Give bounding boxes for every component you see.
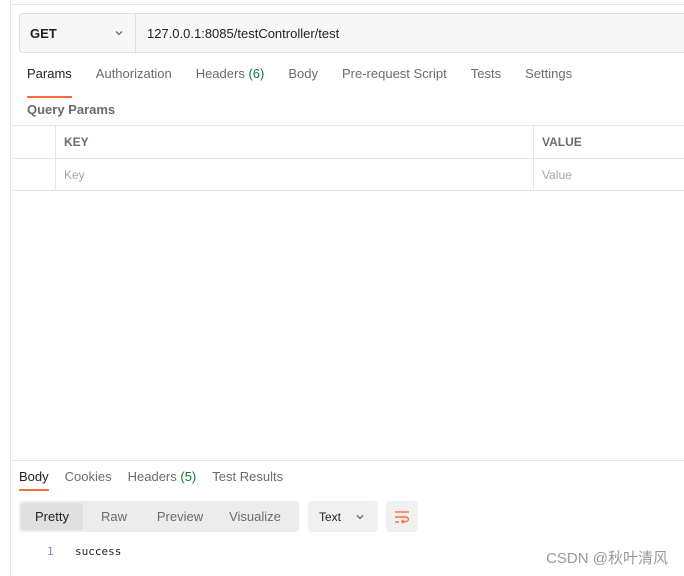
- left-border: [10, 0, 11, 576]
- method-select[interactable]: GET: [20, 14, 136, 52]
- tab-params[interactable]: Params: [27, 66, 72, 98]
- row-checkbox-cell: [11, 159, 56, 190]
- value-column-header: VALUE: [542, 135, 582, 149]
- format-label: Text: [319, 509, 342, 524]
- response-tab-test-results[interactable]: Test Results: [212, 469, 283, 484]
- response-tabs: Body Cookies Headers (5) Test Results: [19, 469, 299, 491]
- top-border: [10, 4, 684, 5]
- tab-tests[interactable]: Tests: [471, 66, 501, 92]
- table-row: Key Value: [11, 158, 684, 191]
- pretty-button[interactable]: Pretty: [21, 503, 83, 530]
- response-headers-count: (5): [180, 469, 197, 484]
- line-number: 1: [47, 545, 54, 558]
- method-label: GET: [30, 25, 57, 41]
- request-bar: GET 127.0.0.1:8085/testController/test: [19, 13, 684, 53]
- table-header-row: KEY VALUE: [11, 125, 684, 158]
- view-mode-switch: Pretty Raw Preview Visualize: [19, 501, 299, 532]
- format-select[interactable]: Text: [308, 501, 378, 532]
- response-text: success: [75, 545, 122, 558]
- chevron-down-icon: [356, 514, 364, 519]
- query-params-table: KEY VALUE Key Value: [11, 125, 684, 191]
- raw-button[interactable]: Raw: [83, 503, 145, 530]
- chevron-down-icon: [115, 31, 123, 36]
- response-divider[interactable]: [11, 460, 684, 461]
- tab-body[interactable]: Body: [288, 66, 318, 92]
- query-params-title: Query Params: [27, 102, 116, 117]
- response-tab-headers[interactable]: Headers (5): [128, 469, 197, 484]
- headers-count: (6): [248, 66, 265, 81]
- tab-headers[interactable]: Headers (6): [196, 66, 265, 92]
- response-body: 1 success: [47, 545, 121, 558]
- tab-settings[interactable]: Settings: [525, 66, 572, 92]
- key-column-header: KEY: [56, 126, 534, 158]
- url-input[interactable]: 127.0.0.1:8085/testController/test: [136, 26, 339, 41]
- response-tab-cookies[interactable]: Cookies: [65, 469, 112, 484]
- tab-pre-request-script[interactable]: Pre-request Script: [342, 66, 447, 92]
- wrap-lines-icon: [395, 510, 409, 524]
- watermark: CSDN @秋叶清风: [546, 550, 668, 567]
- response-tab-body[interactable]: Body: [19, 469, 49, 491]
- wrap-lines-button[interactable]: [386, 501, 418, 532]
- preview-button[interactable]: Preview: [145, 503, 215, 530]
- value-input[interactable]: Value: [534, 159, 684, 190]
- visualize-button[interactable]: Visualize: [215, 503, 295, 530]
- tab-authorization[interactable]: Authorization: [96, 66, 172, 92]
- checkbox-column-header: [11, 126, 56, 158]
- key-input[interactable]: Key: [56, 159, 534, 190]
- request-tabs: Params Authorization Headers (6) Body Pr…: [27, 66, 596, 98]
